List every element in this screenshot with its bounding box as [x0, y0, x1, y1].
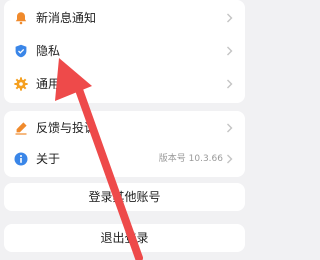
settings-item-general[interactable]: 通用 — [4, 69, 245, 99]
settings-item-label: 通用 — [36, 77, 61, 91]
settings-group-general: 新消息通知 隐私 通用 — [4, 0, 245, 103]
pencil-icon — [14, 121, 28, 135]
bell-icon — [14, 11, 28, 25]
chevron-right-icon — [226, 46, 233, 56]
settings-item-about[interactable]: 关于 版本号 10.3.66 — [4, 144, 245, 174]
settings-item-label: 隐私 — [36, 44, 61, 58]
settings-item-privacy[interactable]: 隐私 — [4, 36, 245, 66]
shield-icon — [14, 44, 28, 58]
chevron-right-icon — [226, 13, 233, 23]
settings-item-label: 反馈与投诉 — [36, 121, 97, 135]
info-icon — [14, 152, 28, 166]
chevron-right-icon — [226, 123, 233, 133]
settings-item-label: 新消息通知 — [36, 11, 97, 25]
settings-item-feedback[interactable]: 反馈与投诉 — [4, 113, 245, 143]
settings-group-support: 反馈与投诉 关于 版本号 10.3.66 — [4, 111, 245, 177]
switch-account-button[interactable]: 登录其他账号 — [4, 183, 245, 211]
version-number: 版本号 10.3.66 — [158, 154, 223, 164]
gear-icon — [14, 77, 28, 91]
settings-item-notifications[interactable]: 新消息通知 — [4, 3, 245, 33]
settings-item-label: 关于 — [36, 152, 61, 166]
chevron-right-icon — [226, 154, 233, 164]
logout-button[interactable]: 退出登录 — [4, 224, 245, 252]
chevron-right-icon — [226, 79, 233, 89]
